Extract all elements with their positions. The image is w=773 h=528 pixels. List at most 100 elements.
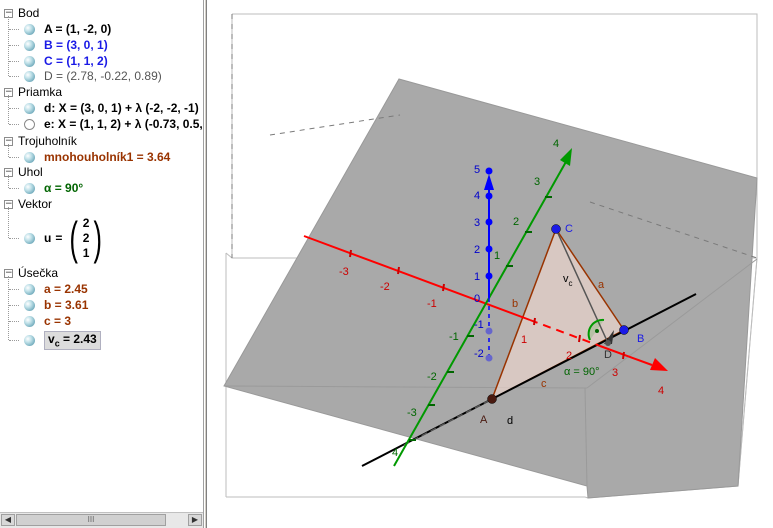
scroll-left-icon[interactable]: ◀: [1, 514, 15, 526]
item-label: b = 3.61: [44, 298, 89, 312]
x-tick-label: -1: [427, 298, 437, 310]
left-paren-icon: (: [69, 212, 79, 264]
algebra-item-line-e[interactable]: e: X = (1, 1, 2) + λ (-0.73, 0.5,: [24, 116, 203, 132]
visibility-toggle-icon[interactable]: [24, 102, 35, 114]
group-header-usecka[interactable]: − Úsečka: [4, 265, 58, 281]
vector-component-z: 1: [82, 245, 90, 260]
label-segment-c: c: [541, 378, 547, 390]
label-segment-b: b: [512, 298, 518, 310]
visibility-toggle-icon[interactable]: [24, 118, 35, 130]
algebra-item-segment-vc[interactable]: vc = 2.43: [24, 331, 101, 350]
visibility-toggle-icon[interactable]: [24, 39, 35, 51]
item-label-main: v: [48, 332, 55, 347]
group-title: Trojuholník: [18, 134, 77, 148]
item-label-rest: = 2.43: [59, 332, 97, 347]
x-tick-label: 2: [566, 350, 572, 362]
group-header-priamka[interactable]: − Priamka: [4, 84, 62, 100]
vector-component-y: 2: [82, 230, 90, 245]
visibility-toggle-icon[interactable]: [24, 23, 35, 35]
y-tick-label: 2: [513, 216, 519, 228]
x-tick-label: -2: [380, 281, 390, 293]
z-tick-label: -1: [474, 319, 484, 331]
visibility-toggle-icon[interactable]: [24, 55, 35, 67]
right-paren-icon: ): [93, 212, 103, 264]
vector-equals: =: [55, 231, 63, 245]
algebra-item-segment-c[interactable]: c = 3: [24, 313, 71, 329]
label-a: A: [480, 414, 488, 426]
algebra-view: − Bod A = (1, -2, 0) B = (3, 0, 1) C = (…: [0, 0, 204, 528]
group-title: Úsečka: [18, 266, 59, 280]
vector-component-x: 2: [82, 215, 90, 230]
point-d[interactable]: [605, 340, 611, 346]
group-header-vektor[interactable]: − Vektor: [4, 196, 52, 212]
x-tick-label: 1: [521, 334, 527, 346]
label-line-d: d: [507, 415, 513, 427]
horizontal-scrollbar[interactable]: ◀ III ▶: [0, 512, 203, 528]
vector-name: u: [44, 231, 52, 245]
z-tick-label: 4: [474, 190, 480, 202]
visibility-toggle-icon[interactable]: [24, 151, 35, 163]
item-label: a = 2.45: [44, 282, 88, 296]
x-tick-label: -3: [339, 266, 349, 278]
group-header-bod[interactable]: − Bod: [4, 5, 39, 21]
item-label: e: X = (1, 1, 2) + λ (-0.73, 0.5,: [44, 117, 203, 131]
label-c: C: [565, 223, 573, 235]
z-tick-label: 3: [474, 217, 480, 229]
visibility-toggle-icon[interactable]: [24, 283, 35, 295]
algebra-item-point-d[interactable]: D = (2.78, -0.22, 0.89): [24, 68, 162, 84]
y-tick-label: 3: [534, 176, 540, 188]
y-tick-label: -2: [427, 371, 437, 383]
group-header-uhol[interactable]: − Uhol: [4, 164, 43, 180]
vector-components: 2 2 1: [83, 216, 90, 261]
group-title: Priamka: [18, 85, 63, 99]
x-tick-label: 4: [658, 385, 664, 397]
algebra-item-segment-a[interactable]: a = 2.45: [24, 281, 88, 297]
algebra-item-segment-b[interactable]: b = 3.61: [24, 297, 88, 313]
item-label: α = 90°: [44, 181, 84, 195]
group-title: Bod: [18, 6, 40, 20]
item-label: B = (3, 0, 1): [44, 38, 108, 52]
visibility-toggle-icon[interactable]: [24, 182, 35, 194]
plane[interactable]: [223, 78, 758, 499]
algebra-item-vector-u[interactable]: u = ( 2 2 1 ): [24, 214, 106, 262]
x-tick-label: 3: [612, 367, 618, 379]
visibility-toggle-icon[interactable]: [24, 335, 35, 346]
algebra-item-angle[interactable]: α = 90°: [24, 180, 83, 196]
visibility-toggle-icon[interactable]: [24, 299, 35, 311]
group-header-trojuholnik[interactable]: − Trojuholník: [4, 133, 77, 149]
point-c[interactable]: [551, 224, 561, 234]
item-label: c = 3: [44, 314, 72, 328]
scroll-right-icon[interactable]: ▶: [188, 514, 202, 526]
scroll-thumb[interactable]: III: [16, 514, 166, 526]
angle-dot-icon: [595, 329, 599, 333]
label-angle: α = 90°: [564, 366, 600, 378]
graphics-canvas[interactable]: -3 -2 -1 1 2 3 4 -3 -2 -1 1 2 3 4 4 -2 -…: [207, 0, 773, 528]
point-b[interactable]: [619, 325, 629, 335]
vector-value: u = ( 2 2 1 ): [44, 215, 106, 261]
graphics-3d-view[interactable]: -3 -2 -1 1 2 3 4 -3 -2 -1 1 2 3 4 4 -2 -…: [207, 0, 773, 528]
algebra-item-point-a[interactable]: A = (1, -2, 0): [24, 21, 111, 37]
y-tick-label: -3: [407, 407, 417, 419]
algebra-item-point-b[interactable]: B = (3, 0, 1): [24, 37, 108, 53]
item-label: d: X = (3, 0, 1) + λ (-2, -2, -1): [44, 101, 199, 115]
z-tick-label: 1: [474, 271, 480, 283]
y-tick-label-end: 4: [392, 447, 398, 459]
algebra-item-polygon[interactable]: mnohouholník1 = 3.64: [24, 149, 170, 165]
point-a[interactable]: [487, 394, 497, 404]
algebra-item-point-c[interactable]: C = (1, 1, 2): [24, 53, 108, 69]
item-label: C = (1, 1, 2): [44, 54, 108, 68]
y-tick-label: 1: [494, 250, 500, 262]
visibility-toggle-icon[interactable]: [24, 315, 35, 327]
z-tick-label: 2: [474, 244, 480, 256]
item-label-selected: vc = 2.43: [44, 331, 101, 350]
label-b: B: [637, 333, 644, 345]
algebra-item-line-d[interactable]: d: X = (3, 0, 1) + λ (-2, -2, -1): [24, 100, 199, 116]
group-title: Vektor: [18, 197, 53, 211]
visibility-toggle-icon[interactable]: [24, 232, 35, 244]
item-label: D = (2.78, -0.22, 0.89): [44, 69, 162, 83]
visibility-toggle-icon[interactable]: [24, 70, 35, 82]
z-tick-label: 0: [474, 293, 480, 305]
y-tick-label: 4: [553, 138, 559, 150]
label-segment-a: a: [598, 279, 605, 291]
y-tick-label: -1: [449, 331, 459, 343]
